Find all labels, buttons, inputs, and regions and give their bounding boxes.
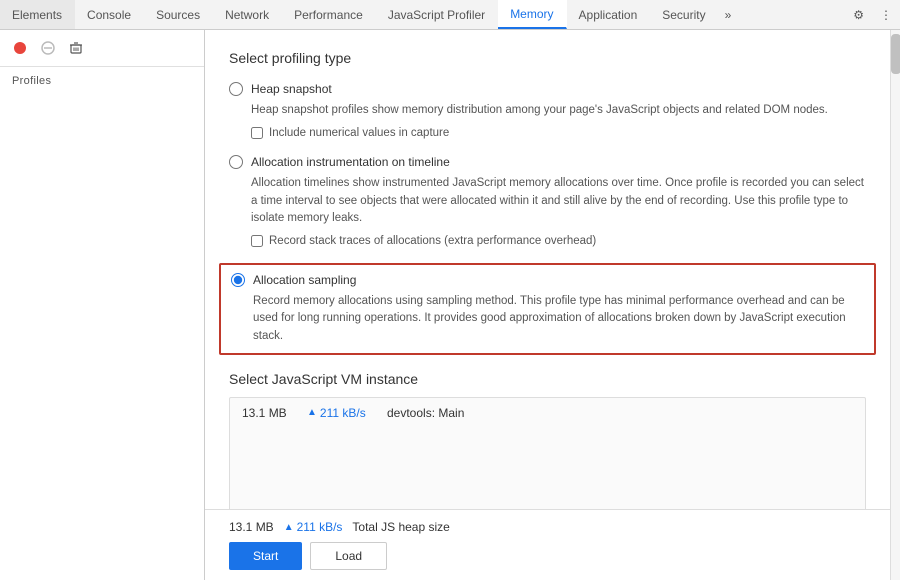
scrollbar-track[interactable] [890, 30, 900, 580]
select-profiling-title: Select profiling type [229, 50, 866, 66]
stop-button[interactable] [36, 36, 60, 60]
allocation-sampling-header: Allocation sampling [231, 273, 864, 287]
more-icon: ⋮ [880, 8, 892, 22]
more-options-button[interactable]: ⋮ [872, 8, 900, 22]
allocation-stack-label: Record stack traces of allocations (extr… [269, 235, 596, 247]
heap-size-row: 13.1 MB ▲ 211 kB/s Total JS heap size [229, 520, 866, 534]
allocation-stack-checkbox-row: Record stack traces of allocations (extr… [251, 235, 866, 247]
sidebar: Profiles [0, 30, 205, 580]
tab-sources[interactable]: Sources [144, 0, 213, 29]
load-button[interactable]: Load [310, 542, 387, 570]
allocation-sampling-label[interactable]: Allocation sampling [253, 273, 356, 287]
record-button[interactable] [8, 36, 32, 60]
heap-rate: ▲ 211 kB/s [284, 520, 343, 534]
allocation-instrumentation-option: Allocation instrumentation on timeline A… [229, 155, 866, 247]
vm-rate-arrow-icon: ▲ [307, 407, 317, 418]
vm-list: 13.1 MB ▲ 211 kB/s devtools: Main [229, 397, 866, 509]
profiles-section-label: Profiles [0, 67, 204, 91]
allocation-instrumentation-desc: Allocation timelines show instrumented J… [251, 175, 866, 227]
heap-rate-arrow-icon: ▲ [284, 522, 294, 533]
main-area: Profiles Select profiling type Heap snap… [0, 30, 900, 580]
bottom-bar: 13.1 MB ▲ 211 kB/s Total JS heap size St… [205, 509, 890, 580]
allocation-instrumentation-radio[interactable] [229, 155, 243, 169]
vm-instance-row[interactable]: 13.1 MB ▲ 211 kB/s devtools: Main [230, 398, 865, 428]
heap-snapshot-checkbox-row: Include numerical values in capture [251, 127, 866, 139]
tab-elements[interactable]: Elements [0, 0, 75, 29]
vm-rate-value: 211 kB/s [320, 406, 366, 420]
gear-icon: ⚙ [853, 8, 864, 22]
allocation-sampling-desc: Record memory allocations using sampling… [253, 293, 864, 345]
action-buttons: Start Load [229, 542, 866, 570]
allocation-sampling-option: Allocation sampling Record memory alloca… [219, 263, 876, 355]
allocation-instrumentation-header: Allocation instrumentation on timeline [229, 155, 866, 169]
vm-section-title: Select JavaScript VM instance [229, 371, 866, 387]
vm-name: devtools: Main [387, 406, 464, 420]
heap-snapshot-radio[interactable] [229, 82, 243, 96]
clear-button[interactable] [64, 36, 88, 60]
tab-performance[interactable]: Performance [282, 0, 376, 29]
heap-numerical-checkbox[interactable] [251, 127, 263, 139]
start-button[interactable]: Start [229, 542, 302, 570]
heap-total-size: 13.1 MB [229, 520, 274, 534]
tab-js-profiler[interactable]: JavaScript Profiler [376, 0, 498, 29]
allocation-instrumentation-label[interactable]: Allocation instrumentation on timeline [251, 155, 450, 169]
heap-rate-value: 211 kB/s [297, 520, 343, 534]
scrollbar-thumb[interactable] [891, 34, 900, 74]
content-panel: Select profiling type Heap snapshot Heap… [205, 30, 890, 509]
vm-size: 13.1 MB [242, 406, 297, 420]
tab-console[interactable]: Console [75, 0, 144, 29]
heap-label: Total JS heap size [352, 520, 449, 534]
tab-overflow-btn[interactable]: » [719, 0, 738, 29]
heap-snapshot-desc: Heap snapshot profiles show memory distr… [251, 102, 866, 119]
vm-section: Select JavaScript VM instance 13.1 MB ▲ … [229, 371, 866, 509]
heap-snapshot-label[interactable]: Heap snapshot [251, 82, 332, 96]
tab-security[interactable]: Security [650, 0, 718, 29]
heap-numerical-label: Include numerical values in capture [269, 127, 449, 139]
heap-snapshot-option: Heap snapshot Heap snapshot profiles sho… [229, 82, 866, 139]
vm-rate: ▲ 211 kB/s [307, 406, 377, 420]
tab-bar: Elements Console Sources Network Perform… [0, 0, 900, 30]
allocation-stack-checkbox[interactable] [251, 235, 263, 247]
sidebar-toolbar [0, 30, 204, 67]
heap-snapshot-header: Heap snapshot [229, 82, 866, 96]
tab-memory[interactable]: Memory [498, 0, 566, 29]
settings-button[interactable]: ⚙ [845, 8, 872, 22]
tab-application[interactable]: Application [567, 0, 651, 29]
tab-network[interactable]: Network [213, 0, 282, 29]
allocation-sampling-radio[interactable] [231, 273, 245, 287]
